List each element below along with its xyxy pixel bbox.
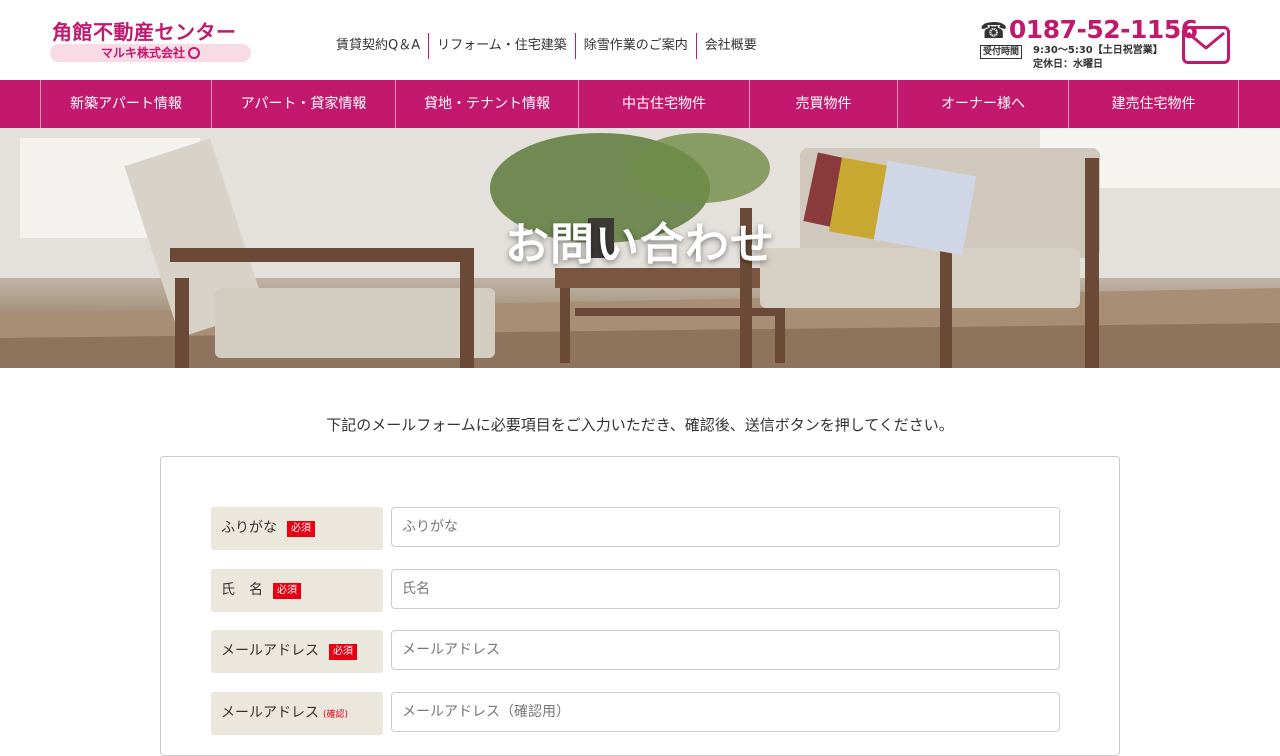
field-label-text: 氏 名 (221, 582, 263, 598)
phone-text: 0187-52-1156 (1008, 15, 1198, 44)
site-logo[interactable]: 角館不動産センター マルキ株式会社 (50, 16, 252, 64)
form-row-email-confirm: メールアドレス (確認) (211, 692, 1061, 736)
form-row-furigana: ふりがな 必須 (211, 507, 1061, 551)
hours-badge: 受付時間 (980, 45, 1023, 59)
business-hours: 9:30〜5:30【土日祝営業】 (1033, 45, 1163, 56)
required-badge: 必須 (329, 644, 357, 660)
form-instructions: 下記のメールフォームに必要項目をご入力いただき、確認後、送信ボタンを押してくださ… (326, 416, 954, 434)
logo-company-name: マルキ株式会社 (100, 46, 185, 60)
page-title: お問い合わせ (505, 219, 775, 270)
company-mark-icon (188, 47, 200, 59)
email-confirm-input[interactable] (391, 692, 1060, 732)
closed-day: 定休日：水曜日 (1033, 59, 1103, 70)
field-label: 氏 名必須 (211, 569, 383, 612)
nav-sale-properties[interactable]: 売買物件 (749, 80, 897, 128)
field-label-text: メールアドレス (221, 705, 319, 721)
field-label: ふりがな 必須 (211, 507, 383, 550)
mail-icon (1187, 31, 1225, 50)
phone-number[interactable]: ☎0187-52-1156 (980, 16, 1198, 46)
nav-land-tenant[interactable]: 貸地・テナント情報 (395, 80, 578, 128)
form-row-name: 氏 名必須 (211, 569, 1061, 613)
field-label: メールアドレス 必須 (211, 630, 383, 673)
top-link-qa[interactable]: 賃貸契約Q＆A (330, 33, 428, 59)
top-links: 賃貸契約Q＆A リフォーム・住宅建築 除雪作業のご案内 会社概要 (330, 33, 765, 59)
mail-button[interactable] (1182, 26, 1230, 64)
logo-title: 角館不動産センター (52, 20, 237, 44)
nav-used-houses[interactable]: 中古住宅物件 (578, 80, 749, 128)
nav-built-houses[interactable]: 建売住宅物件 (1068, 80, 1239, 128)
field-label: メールアドレス (確認) (211, 692, 383, 735)
hero-banner: お問い合わせ (0, 128, 1280, 368)
site-header: 角館不動産センター マルキ株式会社 賃貸契約Q＆A リフォーム・住宅建築 除雪作… (0, 0, 1280, 80)
confirm-note: (確認) (323, 710, 349, 720)
nav-new-apartments[interactable]: 新築アパート情報 (40, 80, 211, 128)
email-input[interactable] (391, 630, 1060, 670)
name-input[interactable] (391, 569, 1060, 609)
required-badge: 必須 (273, 583, 301, 599)
main-navigation: 新築アパート情報 アパート・貸家情報 貸地・テナント情報 中古住宅物件 売買物件… (0, 80, 1280, 128)
contact-form: ふりがな必須 氏 名必須 メールアドレス必須 メールアドレス(確認) (160, 456, 1120, 756)
furigana-input[interactable] (391, 507, 1060, 547)
top-link-snow-removal[interactable]: 除雪作業のご案内 (574, 33, 696, 59)
telephone-icon: ☎ (980, 19, 1007, 44)
top-link-company[interactable]: 会社概要 (695, 33, 765, 59)
nav-owners[interactable]: オーナー様へ (897, 80, 1068, 128)
form-row-email: メールアドレス 必須 (211, 630, 1061, 674)
logo-subtitle: マルキ株式会社 (50, 44, 251, 62)
field-label-text: メールアドレス (221, 643, 319, 659)
nav-rental[interactable]: アパート・貸家情報 (211, 80, 395, 128)
field-label-text: ふりがな (221, 520, 277, 536)
required-badge: 必須 (287, 521, 315, 537)
contact-info: ☎0187-52-1156 受付時間 9:30〜5:30【土日祝営業】 定休日：… (980, 16, 1198, 72)
top-link-reform[interactable]: リフォーム・住宅建築 (428, 33, 575, 59)
